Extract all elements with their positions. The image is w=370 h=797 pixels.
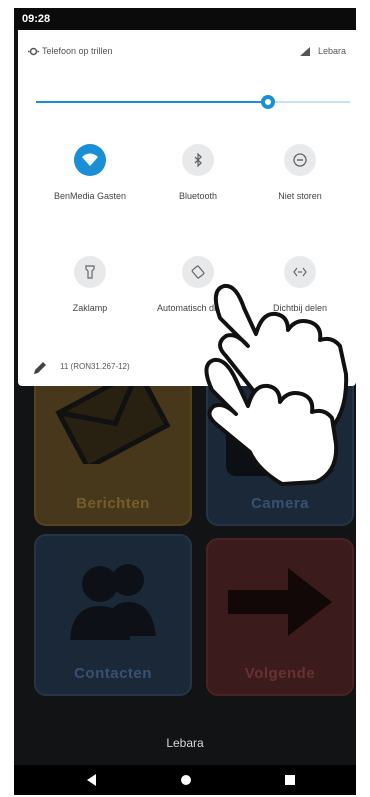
build-number: 11 (RON31.267-12) bbox=[60, 362, 130, 371]
vibrate-icon bbox=[28, 47, 39, 56]
qs-tile-wifi[interactable]: BenMedia Gasten bbox=[36, 144, 144, 202]
bluetooth-icon bbox=[182, 144, 214, 176]
launcher-label-next: Volgende bbox=[244, 665, 316, 682]
tap-gesture-hand-icon bbox=[204, 283, 349, 486]
signal-icon bbox=[300, 47, 310, 56]
qs-tile-do-not-disturb[interactable]: Niet storen bbox=[246, 144, 354, 202]
brightness-thumb[interactable] bbox=[261, 95, 276, 109]
edit-icon[interactable] bbox=[32, 360, 48, 376]
ring-mode-label[interactable]: Telefoon op trillen bbox=[42, 46, 113, 56]
launcher-tile-contacts[interactable]: Contacten bbox=[34, 534, 192, 696]
carrier-label: Lebara bbox=[166, 736, 204, 750]
qs-label-bluetooth: Bluetooth bbox=[178, 191, 218, 201]
status-time: 09:28 bbox=[22, 13, 51, 25]
launcher-label-contacts: Contacten bbox=[74, 665, 152, 682]
brightness-icon bbox=[265, 99, 272, 105]
home-button[interactable] bbox=[166, 765, 206, 795]
qs-label-wifi: BenMedia Gasten bbox=[53, 191, 127, 201]
phone-screen: 09:28 Berichten Camera Contacten Volgend… bbox=[14, 8, 356, 795]
launcher-tile-next[interactable]: Volgende bbox=[206, 538, 354, 696]
back-icon bbox=[87, 774, 96, 786]
quick-settings-header: Telefoon op trillen Lebara bbox=[18, 30, 356, 70]
qs-label-do-not-disturb: Niet storen bbox=[278, 191, 322, 201]
brightness-fill bbox=[36, 101, 269, 103]
qs-label-flashlight: Zaklamp bbox=[72, 303, 108, 313]
brightness-slider[interactable] bbox=[36, 95, 350, 109]
arrow-right-icon bbox=[228, 568, 332, 636]
back-button[interactable] bbox=[72, 765, 112, 795]
do-not-disturb-icon bbox=[284, 144, 316, 176]
recents-button[interactable] bbox=[270, 765, 310, 795]
wifi-icon bbox=[74, 144, 106, 176]
recents-icon bbox=[285, 775, 295, 785]
launcher-label-camera: Camera bbox=[250, 495, 310, 512]
launcher-label-messages: Berichten bbox=[76, 495, 150, 512]
qs-tile-bluetooth[interactable]: Bluetooth bbox=[144, 144, 252, 202]
flashlight-icon bbox=[74, 256, 106, 288]
status-bar: 09:28 bbox=[14, 8, 356, 30]
home-icon bbox=[181, 775, 191, 785]
qs-tile-flashlight[interactable]: Zaklamp bbox=[36, 256, 144, 314]
contacts-icon bbox=[70, 564, 156, 640]
navigation-bar bbox=[14, 765, 356, 795]
carrier-top-label: Lebara bbox=[317, 46, 346, 56]
envelope-icon bbox=[55, 374, 171, 464]
